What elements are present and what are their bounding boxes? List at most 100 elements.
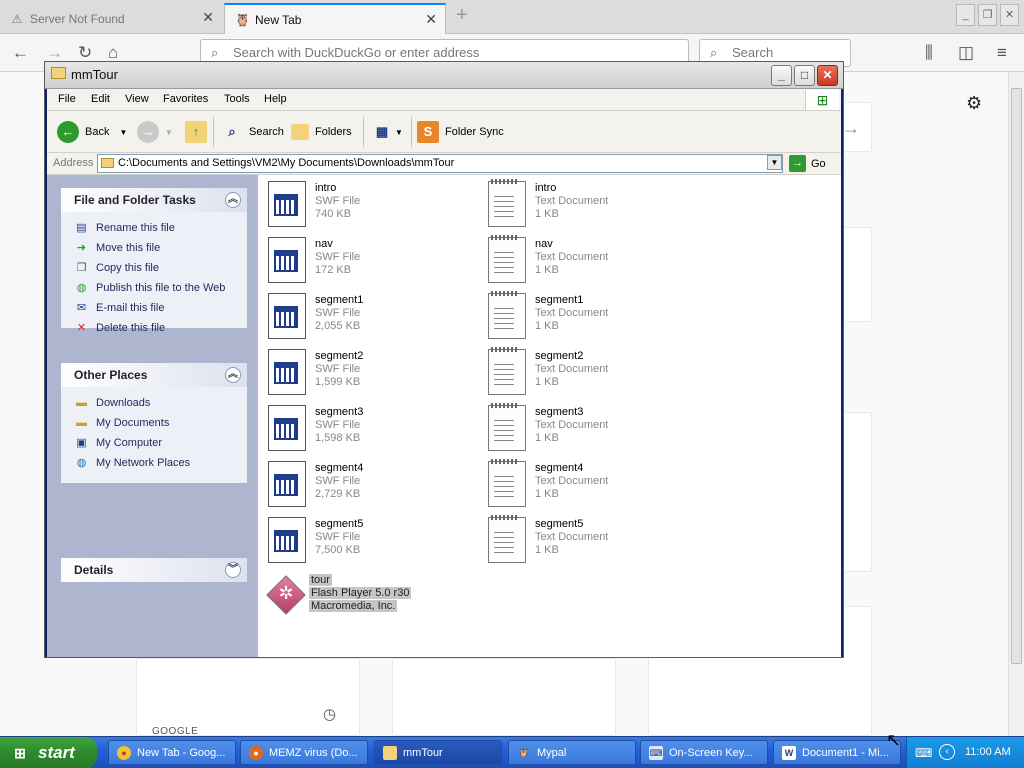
keyboard-icon[interactable]: ⌨ <box>915 746 932 760</box>
back-button[interactable]: ← Back ▼ <box>57 119 127 145</box>
close-button[interactable]: ✕ <box>817 65 838 86</box>
minimize-button[interactable]: _ <box>771 65 792 86</box>
task-delete[interactable]: ✕ Delete this file <box>61 318 247 338</box>
file-item[interactable]: nav Text Document 1 KB <box>488 235 698 291</box>
text-document-icon <box>488 179 526 227</box>
place-my-network[interactable]: ◍ My Network Places <box>61 453 247 473</box>
place-label: Downloads <box>96 397 151 409</box>
close-button[interactable]: ✕ <box>1000 4 1019 26</box>
close-tab-icon[interactable]: ✕ <box>202 9 214 26</box>
toolbar-separator <box>363 117 364 147</box>
task-label: Delete this file <box>96 322 166 334</box>
address-dropdown-button[interactable]: ▼ <box>767 155 782 170</box>
home-icon[interactable]: ⌂ <box>108 43 118 63</box>
start-button[interactable]: ⊞ start <box>0 737 97 768</box>
taskbar-item-on-screen-keyboard[interactable]: ⌨ On-Screen Key... <box>640 740 768 765</box>
tab-new-tab[interactable]: 🦉 New Tab ✕ <box>224 3 446 34</box>
window-titlebar[interactable]: mmTour _ □ ✕ <box>45 62 843 89</box>
place-label: My Documents <box>96 417 170 429</box>
dropdown-arrow-icon[interactable]: ▼ <box>165 128 173 137</box>
taskbar-item-chrome[interactable]: ● New Tab - Goog... <box>108 740 236 765</box>
gear-icon[interactable]: ⚙ <box>966 93 982 114</box>
file-item[interactable]: intro SWF File 740 KB <box>268 181 478 235</box>
file-item[interactable]: segment1 Text Document 1 KB <box>488 291 698 347</box>
views-button[interactable]: ▦ ▼ <box>371 119 403 145</box>
menu-tools[interactable]: Tools <box>224 93 250 105</box>
panel-header[interactable]: File and Folder Tasks ︽ <box>61 188 247 212</box>
task-copy[interactable]: ❐ Copy this file <box>61 258 247 278</box>
menu-file[interactable]: File <box>58 93 76 105</box>
taskbar-item-mmtour[interactable]: mmTour <box>374 740 502 765</box>
file-item[interactable]: segment1 SWF File 2,055 KB <box>268 293 478 347</box>
file-item[interactable]: segment2 Text Document 1 KB <box>488 347 698 403</box>
library-icon[interactable]: ⫼ <box>925 43 933 63</box>
file-item[interactable]: segment4 SWF File 2,729 KB <box>268 461 478 515</box>
file-item[interactable]: segment5 Text Document 1 KB <box>488 515 698 571</box>
task-publish[interactable]: ◍ Publish this file to the Web <box>61 278 247 298</box>
sidebar-icon[interactable]: ◫ <box>958 43 974 63</box>
other-places-panel: Other Places ︽ ▬ Downloads ▬ My Document… <box>61 363 247 483</box>
file-item[interactable]: segment4 Text Document 1 KB <box>488 459 698 515</box>
panel-header[interactable]: Details ︾ <box>61 558 247 582</box>
scrollbar-thumb[interactable] <box>1011 88 1022 664</box>
file-size: 1,598 KB <box>315 432 361 444</box>
dropdown-arrow-icon[interactable]: ▼ <box>119 128 127 137</box>
task-label: New Tab - Goog... <box>137 746 226 759</box>
task-label: Mypal <box>537 746 567 759</box>
highlight-card[interactable] <box>392 658 616 736</box>
menu-icon[interactable]: ≡ <box>997 43 1007 63</box>
task-rename[interactable]: ▤ Rename this file <box>61 218 247 238</box>
file-item[interactable]: segment3 SWF File 1,598 KB <box>268 405 478 459</box>
menu-help[interactable]: Help <box>264 93 287 105</box>
back-arrow-icon[interactable]: ← <box>12 43 29 63</box>
menu-view[interactable]: View <box>125 93 149 105</box>
minimize-button[interactable]: _ <box>956 4 975 26</box>
collapse-chevron-icon[interactable]: ︽ <box>225 192 241 208</box>
file-type: Text Document <box>535 307 609 319</box>
top-site-card[interactable] <box>840 227 872 322</box>
panel-header[interactable]: Other Places ︽ <box>61 363 247 387</box>
close-tab-icon[interactable]: ✕ <box>425 11 437 28</box>
taskbar-item-word[interactable]: W Document1 - Mi... <box>773 740 901 765</box>
file-item[interactable]: segment2 SWF File 1,599 KB <box>268 349 478 403</box>
tab-server-not-found[interactable]: ⚠ Server Not Found ✕ <box>0 3 222 34</box>
file-item-selected[interactable]: ✲ tour Flash Player 5.0 r30 Macromedia, … <box>264 573 474 627</box>
taskbar-item-firefox[interactable]: ● MEMZ virus (Do... <box>240 740 368 765</box>
maximize-button[interactable]: □ <box>794 65 815 86</box>
file-item[interactable]: segment5 SWF File 7,500 KB <box>268 517 478 571</box>
up-folder-button[interactable]: ↑ <box>185 119 213 145</box>
menu-favorites[interactable]: Favorites <box>163 93 208 105</box>
file-item[interactable]: nav SWF File 172 KB <box>268 237 478 291</box>
scrollbar[interactable] <box>1008 72 1024 736</box>
address-input[interactable]: C:\Documents and Settings\VM2\My Documen… <box>97 154 783 173</box>
task-move[interactable]: ➜ Move this file <box>61 238 247 258</box>
panel-title: File and Folder Tasks <box>74 193 196 207</box>
restore-button[interactable]: ❐ <box>978 4 997 26</box>
place-my-documents[interactable]: ▬ My Documents <box>61 413 247 433</box>
top-site-card[interactable] <box>840 412 872 572</box>
highlight-card[interactable] <box>136 658 360 736</box>
dropdown-arrow-icon[interactable]: ▼ <box>395 128 403 137</box>
file-item[interactable]: segment3 Text Document 1 KB <box>488 403 698 459</box>
folders-button[interactable]: Folders <box>291 119 352 145</box>
forward-arrow-icon[interactable]: → <box>46 43 63 63</box>
file-size: 1 KB <box>535 320 559 332</box>
place-my-computer[interactable]: ▣ My Computer <box>61 433 247 453</box>
task-email[interactable]: ✉ E-mail this file <box>61 298 247 318</box>
expand-chevron-icon[interactable]: ︾ <box>225 562 241 578</box>
system-tray: ⌨ ‹ 11:00 AM <box>906 737 1024 768</box>
folder-sync-button[interactable]: S Folder Sync <box>417 119 504 145</box>
new-tab-plus-icon[interactable]: + <box>456 4 468 27</box>
search-button[interactable]: ⌕ Search <box>221 119 284 145</box>
place-downloads[interactable]: ▬ Downloads <box>61 393 247 413</box>
taskbar-item-mypal[interactable]: 🦉 Mypal <box>508 740 636 765</box>
tab-label: Server Not Found <box>30 11 125 26</box>
tray-expand-icon[interactable]: ‹ <box>939 744 955 760</box>
go-button[interactable]: → Go <box>789 155 826 172</box>
menu-edit[interactable]: Edit <box>91 93 110 105</box>
arrow-right-icon[interactable]: → <box>842 118 860 139</box>
collapse-chevron-icon[interactable]: ︽ <box>225 367 241 383</box>
reload-icon[interactable]: ↻ <box>78 43 92 63</box>
file-item[interactable]: intro Text Document 1 KB <box>488 179 698 235</box>
forward-button[interactable]: → ▼ <box>137 119 173 145</box>
